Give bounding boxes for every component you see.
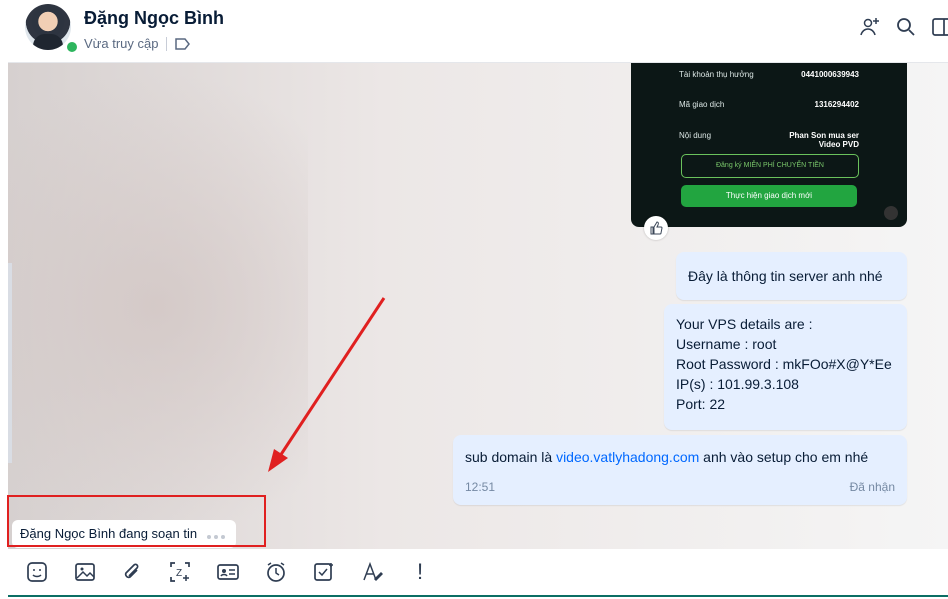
contact-name[interactable]: Đặng Ngọc Bình bbox=[84, 8, 224, 29]
scroll-indicator bbox=[8, 263, 12, 463]
task-icon[interactable] bbox=[311, 559, 337, 585]
online-status-icon bbox=[65, 40, 79, 54]
like-reaction-button[interactable] bbox=[644, 216, 668, 240]
message-line: Root Password : mkFOo#X@Y*Ee bbox=[676, 356, 892, 372]
receipt-value: 0441000639943 bbox=[801, 70, 859, 79]
divider bbox=[166, 36, 168, 51]
search-icon[interactable] bbox=[894, 15, 918, 39]
annotation-highlight-box bbox=[7, 495, 266, 547]
contact-card-icon[interactable] bbox=[215, 559, 241, 585]
message-line: Username : root bbox=[676, 336, 777, 352]
add-member-icon[interactable] bbox=[858, 15, 882, 39]
thumbs-up-icon bbox=[650, 221, 663, 235]
chat-header: Đặng Ngọc Bình Vừa truy cập bbox=[8, 0, 948, 63]
message-list[interactable]: Tài khoản thụ hưởng 0441000639943 Mã giao… bbox=[8, 63, 948, 549]
composer-toolbar: Z ! bbox=[8, 549, 948, 597]
message-text: Đây là thông tin server anh nhé bbox=[688, 268, 883, 284]
avatar[interactable] bbox=[25, 4, 71, 50]
expand-icon[interactable] bbox=[884, 206, 898, 220]
receipt-label: Tài khoản thụ hưởng bbox=[679, 70, 754, 79]
receipt-label: Mã giao dịch bbox=[679, 100, 725, 109]
message-line: Port: 22 bbox=[676, 396, 726, 412]
conversation-info-icon[interactable] bbox=[930, 15, 948, 39]
message-prefix: sub domain là bbox=[465, 449, 557, 465]
receipt-value: Phan Son mua ser Video PVD bbox=[789, 131, 859, 149]
domain-link[interactable]: video.vatlyhadong.com bbox=[556, 449, 699, 465]
new-transaction-button: Thực hiện giao dịch mới bbox=[681, 185, 857, 207]
receipt-label: Nội dung bbox=[679, 131, 712, 140]
delivery-status: Đã nhận bbox=[849, 480, 895, 494]
attachment-icon[interactable] bbox=[119, 559, 145, 585]
message-bubble[interactable]: sub domain là video.vatlyhadong.com anh … bbox=[453, 435, 907, 505]
important-icon[interactable]: ! bbox=[407, 559, 433, 585]
image-icon[interactable] bbox=[72, 559, 98, 585]
reminder-icon[interactable] bbox=[263, 559, 289, 585]
message-bubble[interactable]: Your VPS details are : Username : root R… bbox=[664, 304, 907, 430]
message-line: IP(s) : 101.99.3.108 bbox=[676, 376, 799, 392]
message-line: Your VPS details are : bbox=[676, 316, 813, 332]
last-seen-text: Vừa truy cập bbox=[84, 36, 159, 51]
transfer-receipt-image[interactable]: Tài khoản thụ hưởng 0441000639943 Mã giao… bbox=[631, 63, 907, 227]
register-transfer-button: Đăng ký MIỄN PHÍ CHUYỂN TIỀN bbox=[681, 154, 859, 178]
message-suffix: anh vào setup cho em nhé bbox=[699, 449, 869, 465]
label-icon[interactable] bbox=[175, 37, 191, 50]
message-time: 12:51 bbox=[465, 480, 496, 494]
receipt-value: 1316294402 bbox=[814, 100, 860, 109]
message-bubble[interactable]: Đây là thông tin server anh nhé bbox=[676, 252, 907, 300]
text-format-icon[interactable] bbox=[359, 559, 385, 585]
sticker-icon[interactable] bbox=[24, 559, 50, 585]
contact-status: Vừa truy cập bbox=[84, 36, 191, 51]
screenshot-icon[interactable]: Z bbox=[167, 559, 193, 585]
svg-text:Z: Z bbox=[176, 568, 182, 579]
message-text: sub domain là video.vatlyhadong.com anh … bbox=[465, 447, 895, 467]
